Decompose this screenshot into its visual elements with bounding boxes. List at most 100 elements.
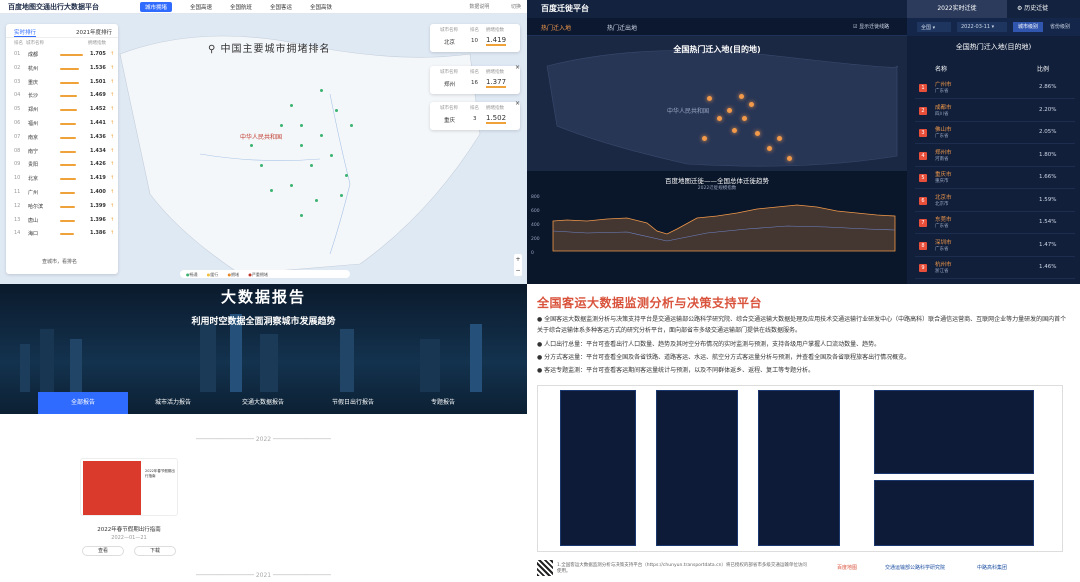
ranking-row[interactable]: 04 长沙 1.469 ↑ bbox=[6, 89, 118, 103]
date-select[interactable]: 2022-03-11 ▾ bbox=[957, 22, 1007, 32]
cat-city[interactable]: 城市活力报告 bbox=[128, 392, 218, 414]
city-search-link[interactable]: 查城市，看排名 bbox=[42, 258, 77, 265]
ranking-row[interactable]: 02 杭州 1.536 ↑ bbox=[6, 62, 118, 76]
ranking-row[interactable]: 01 成都 1.705 ↑ bbox=[6, 48, 118, 62]
zoom-in-button[interactable]: + bbox=[514, 254, 522, 265]
city-marker[interactable] bbox=[345, 174, 348, 177]
tab-hot-in[interactable]: 热门迁入地 bbox=[541, 23, 571, 32]
tab-annual[interactable]: 2021年度排行 bbox=[76, 28, 112, 36]
destination-row[interactable]: 6 北京市 北京市 1.59% bbox=[915, 191, 1075, 212]
row-value: 1.536 bbox=[90, 64, 106, 71]
ranking-row[interactable]: 08 南宁 1.434 ↑ bbox=[6, 145, 118, 159]
tab-highway[interactable]: 全国高速 bbox=[185, 2, 217, 12]
cat-traffic[interactable]: 交通大数据报告 bbox=[218, 392, 308, 414]
hotspot-marker[interactable] bbox=[732, 128, 737, 133]
tab-city-congestion[interactable]: 城市拥堵 bbox=[140, 2, 173, 12]
row-city: 东莞市 bbox=[935, 217, 952, 223]
hotspot-marker[interactable] bbox=[742, 116, 747, 121]
ranking-row[interactable]: 11 广州 1.400 ↑ bbox=[6, 186, 118, 200]
row-ratio: 2.05% bbox=[1039, 129, 1057, 135]
cat-topic[interactable]: 专题报告 bbox=[398, 392, 488, 414]
city-marker[interactable] bbox=[300, 144, 303, 147]
city-marker[interactable] bbox=[290, 184, 293, 187]
download-button[interactable]: 下载 bbox=[134, 546, 176, 556]
tab-rail[interactable]: 全国高铁 bbox=[305, 2, 337, 12]
city-marker[interactable] bbox=[350, 124, 353, 127]
destination-row[interactable]: 9 杭州市 浙江省 1.46% bbox=[915, 258, 1075, 279]
cat-all[interactable]: 全部报告 bbox=[38, 392, 128, 414]
show-route-checkbox[interactable]: ☑ 显示迁徙线路 bbox=[853, 23, 889, 30]
city-marker[interactable] bbox=[290, 104, 293, 107]
view-button[interactable]: 查看 bbox=[82, 546, 124, 556]
data-note-link[interactable]: 数据说明 bbox=[469, 4, 489, 10]
row-bar bbox=[60, 109, 77, 112]
city-marker[interactable] bbox=[250, 144, 253, 147]
hotspot-marker[interactable] bbox=[777, 136, 782, 141]
history-migration-button[interactable]: ⚙ 历史迁徙 bbox=[1017, 0, 1048, 18]
destination-row[interactable]: 2 成都市 四川省 2.20% bbox=[915, 101, 1075, 122]
close-icon[interactable]: × bbox=[515, 100, 520, 107]
destination-row[interactable]: 4 郑州市 河南省 1.80% bbox=[915, 146, 1075, 167]
cat-holiday[interactable]: 节假日出行报告 bbox=[308, 392, 398, 414]
hotspot-marker[interactable] bbox=[707, 96, 712, 101]
row-value: 1.436 bbox=[90, 133, 106, 140]
hotspot-marker[interactable] bbox=[702, 136, 707, 141]
hotspot-marker[interactable] bbox=[739, 94, 744, 99]
hotspot-marker[interactable] bbox=[749, 102, 754, 107]
city-level-button[interactable]: 城市级别 bbox=[1013, 22, 1043, 32]
ranking-list: 01 成都 1.705 ↑ 02 杭州 1.536 ↑ 03 重庆 1.501 ↑ 0… bbox=[6, 48, 118, 241]
ranking-row[interactable]: 05 郑州 1.452 ↑ bbox=[6, 103, 118, 117]
tab-flight[interactable]: 全国航班 bbox=[225, 2, 257, 12]
hotspot-marker[interactable] bbox=[755, 131, 760, 136]
destination-row[interactable]: 7 东莞市 广东省 1.54% bbox=[915, 213, 1075, 234]
region-value: 全国 bbox=[921, 25, 932, 31]
dashboard-thumb-2 bbox=[656, 390, 738, 546]
destination-row[interactable]: 5 重庆市 重庆市 1.66% bbox=[915, 168, 1075, 189]
tab-coach[interactable]: 全国客运 bbox=[265, 2, 297, 12]
city-marker[interactable] bbox=[320, 89, 323, 92]
row-city: 海口 bbox=[28, 231, 39, 238]
tab-realtime[interactable]: 实时排行 bbox=[14, 28, 37, 37]
destination-row[interactable]: 1 广州市 广东省 2.86% bbox=[915, 78, 1075, 99]
city-marker[interactable] bbox=[310, 164, 313, 167]
ranking-row[interactable]: 10 北京 1.419 ↑ bbox=[6, 172, 118, 186]
hotspot-marker[interactable] bbox=[767, 146, 772, 151]
ranking-row[interactable]: 09 贵阳 1.426 ↑ bbox=[6, 158, 118, 172]
city-marker[interactable] bbox=[280, 124, 283, 127]
row-bar bbox=[60, 136, 77, 139]
migration-map[interactable]: 全国热门迁入地(目的地) 中华人民共和国 bbox=[527, 36, 907, 171]
hotspot-marker[interactable] bbox=[727, 108, 732, 113]
city-marker[interactable] bbox=[330, 154, 333, 157]
city-marker[interactable] bbox=[270, 189, 273, 192]
city-marker[interactable] bbox=[320, 134, 323, 137]
compare-value: 1.377 bbox=[486, 78, 507, 88]
logo-rioh: 交通运输部公路科学研究院 bbox=[885, 565, 946, 571]
trend-icon: ↑ bbox=[110, 216, 115, 223]
tab-hot-out[interactable]: 热门迁出地 bbox=[607, 23, 637, 32]
destination-row[interactable]: 8 深圳市 广东省 1.47% bbox=[915, 236, 1075, 257]
switch-link[interactable]: 切换 bbox=[511, 4, 521, 10]
hotspot-marker[interactable] bbox=[717, 116, 722, 121]
province-level-button[interactable]: 省份级别 bbox=[1045, 22, 1075, 32]
close-icon[interactable]: × bbox=[515, 64, 520, 71]
region-select[interactable]: 全国 ▾ bbox=[917, 22, 951, 32]
ranking-row[interactable]: 14 海口 1.386 ↑ bbox=[6, 227, 118, 241]
zoom-out-button[interactable]: − bbox=[514, 265, 522, 276]
city-marker[interactable] bbox=[315, 199, 318, 202]
report-card[interactable]: 2022年春节假期出行指南 bbox=[80, 458, 178, 516]
city-marker[interactable] bbox=[260, 164, 263, 167]
city-marker[interactable] bbox=[300, 214, 303, 217]
ranking-row[interactable]: 06 福州 1.441 ↑ bbox=[6, 117, 118, 131]
hotspot-marker[interactable] bbox=[787, 156, 792, 161]
city-marker[interactable] bbox=[300, 124, 303, 127]
report-title[interactable]: 2022年春节假期出行指南 bbox=[72, 525, 186, 533]
city-marker[interactable] bbox=[340, 194, 343, 197]
realtime-migration-button[interactable]: 2022实时迁徙 bbox=[907, 0, 1007, 18]
ranking-row[interactable]: 13 唐山 1.396 ↑ bbox=[6, 214, 118, 228]
ranking-row[interactable]: 03 重庆 1.501 ↑ bbox=[6, 76, 118, 90]
bullet-1: ● 全国客运大数据监测分析与决策支持平台是交通运输部公路科学研究院、综合交通运输… bbox=[537, 316, 1067, 334]
city-marker[interactable] bbox=[335, 109, 338, 112]
ranking-row[interactable]: 07 南京 1.436 ↑ bbox=[6, 131, 118, 145]
destination-row[interactable]: 3 佛山市 广东省 2.05% bbox=[915, 123, 1075, 144]
ranking-row[interactable]: 12 哈尔滨 1.399 ↑ bbox=[6, 200, 118, 214]
